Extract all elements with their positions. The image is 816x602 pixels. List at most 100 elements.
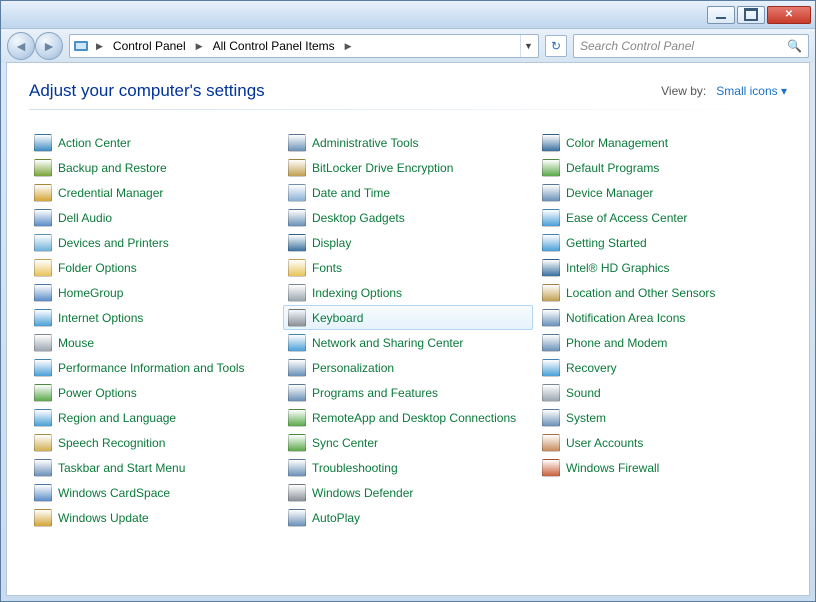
index-icon (288, 284, 306, 302)
cp-item-troubleshooting[interactable]: Troubleshooting (283, 455, 533, 480)
cp-item-label: Internet Options (58, 311, 143, 325)
cp-item-programs-and-features[interactable]: Programs and Features (283, 380, 533, 405)
cp-item-homegroup[interactable]: HomeGroup (29, 280, 279, 305)
cp-item-indexing-options[interactable]: Indexing Options (283, 280, 533, 305)
back-button[interactable]: ◄ (7, 32, 35, 60)
cp-item-user-accounts[interactable]: User Accounts (537, 430, 787, 455)
cp-item-autoplay[interactable]: AutoPlay (283, 505, 533, 530)
cp-item-windows-cardspace[interactable]: Windows CardSpace (29, 480, 279, 505)
view-by-dropdown[interactable]: Small icons ▾ (716, 84, 787, 98)
network-icon (288, 334, 306, 352)
keyboard-icon (288, 309, 306, 327)
cp-item-backup-and-restore[interactable]: Backup and Restore (29, 155, 279, 180)
cardspace-icon (34, 484, 52, 502)
content-pane: Adjust your computer's settings View by:… (6, 62, 810, 596)
cp-item-recovery[interactable]: Recovery (537, 355, 787, 380)
cp-item-label: Default Programs (566, 161, 659, 175)
cp-item-label: Recovery (566, 361, 617, 375)
address-dropdown[interactable]: ▼ (520, 35, 536, 57)
cp-item-device-manager[interactable]: Device Manager (537, 180, 787, 205)
search-box[interactable]: Search Control Panel 🔍 (573, 34, 809, 58)
cp-item-region-and-language[interactable]: Region and Language (29, 405, 279, 430)
chevron-right-icon[interactable]: ▶ (92, 41, 107, 52)
cp-item-personalization[interactable]: Personalization (283, 355, 533, 380)
troubleshoot-icon (288, 459, 306, 477)
cp-item-getting-started[interactable]: Getting Started (537, 230, 787, 255)
cp-item-mouse[interactable]: Mouse (29, 330, 279, 355)
cp-item-action-center[interactable]: Action Center (29, 130, 279, 155)
cp-item-date-and-time[interactable]: Date and Time (283, 180, 533, 205)
forward-button[interactable]: ► (35, 32, 63, 60)
cp-item-label: Windows Defender (312, 486, 413, 500)
refresh-button[interactable]: ↻ (545, 35, 567, 57)
cp-item-label: RemoteApp and Desktop Connections (312, 411, 516, 425)
cp-item-intel-hd-graphics[interactable]: Intel® HD Graphics (537, 255, 787, 280)
cp-item-label: Administrative Tools (312, 136, 419, 150)
cp-item-label: Date and Time (312, 186, 390, 200)
cp-item-desktop-gadgets[interactable]: Desktop Gadgets (283, 205, 533, 230)
cp-item-speech-recognition[interactable]: Speech Recognition (29, 430, 279, 455)
cp-item-notification-area-icons[interactable]: Notification Area Icons (537, 305, 787, 330)
personalize-icon (288, 359, 306, 377)
cp-item-label: Action Center (58, 136, 131, 150)
content-header: Adjust your computer's settings View by:… (29, 81, 787, 101)
cp-item-remoteapp-and-desktop-connections[interactable]: RemoteApp and Desktop Connections (283, 405, 533, 430)
cp-item-label: Backup and Restore (58, 161, 167, 175)
maximize-button[interactable] (737, 6, 765, 24)
cp-item-label: Troubleshooting (312, 461, 398, 475)
system-icon (542, 409, 560, 427)
close-button[interactable] (767, 6, 811, 24)
cp-item-label: Power Options (58, 386, 137, 400)
cp-item-location-and-other-sensors[interactable]: Location and Other Sensors (537, 280, 787, 305)
cp-item-default-programs[interactable]: Default Programs (537, 155, 787, 180)
flag-icon (34, 134, 52, 152)
cp-item-display[interactable]: Display (283, 230, 533, 255)
cp-item-label: Speech Recognition (58, 436, 165, 450)
phone-icon (542, 334, 560, 352)
cp-item-dell-audio[interactable]: Dell Audio (29, 205, 279, 230)
gauge-icon (34, 359, 52, 377)
items-grid: Action Center Backup and Restore Credentia… (29, 130, 787, 530)
mic-icon (34, 434, 52, 452)
cp-item-system[interactable]: System (537, 405, 787, 430)
search-placeholder: Search Control Panel (580, 39, 694, 53)
cp-item-windows-defender[interactable]: Windows Defender (283, 480, 533, 505)
cp-item-power-options[interactable]: Power Options (29, 380, 279, 405)
cp-item-performance-information-and-tools[interactable]: Performance Information and Tools (29, 355, 279, 380)
cp-item-phone-and-modem[interactable]: Phone and Modem (537, 330, 787, 355)
cp-item-color-management[interactable]: Color Management (537, 130, 787, 155)
cp-item-sound[interactable]: Sound (537, 380, 787, 405)
cp-item-devices-and-printers[interactable]: Devices and Printers (29, 230, 279, 255)
cp-item-credential-manager[interactable]: Credential Manager (29, 180, 279, 205)
cp-item-label: Credential Manager (58, 186, 163, 200)
control-panel-icon (72, 37, 90, 55)
cp-item-taskbar-and-start-menu[interactable]: Taskbar and Start Menu (29, 455, 279, 480)
address-bar[interactable]: ▶ Control Panel ▶ All Control Panel Item… (69, 34, 539, 58)
cp-item-sync-center[interactable]: Sync Center (283, 430, 533, 455)
view-by-label: View by: (661, 84, 706, 98)
cp-item-internet-options[interactable]: Internet Options (29, 305, 279, 330)
cp-item-keyboard[interactable]: Keyboard (283, 305, 533, 330)
cp-item-label: Performance Information and Tools (58, 361, 245, 375)
cp-item-folder-options[interactable]: Folder Options (29, 255, 279, 280)
chevron-right-icon[interactable]: ▶ (341, 41, 356, 52)
cp-item-network-and-sharing-center[interactable]: Network and Sharing Center (283, 330, 533, 355)
chevron-right-icon[interactable]: ▶ (192, 41, 207, 52)
cp-item-ease-of-access-center[interactable]: Ease of Access Center (537, 205, 787, 230)
cp-item-label: Desktop Gadgets (312, 211, 405, 225)
cp-item-windows-update[interactable]: Windows Update (29, 505, 279, 530)
minimize-button[interactable] (707, 6, 735, 24)
cp-item-administrative-tools[interactable]: Administrative Tools (283, 130, 533, 155)
cp-item-label: Sound (566, 386, 601, 400)
firewall-icon (542, 459, 560, 477)
cp-item-windows-firewall[interactable]: Windows Firewall (537, 455, 787, 480)
speaker-icon (34, 209, 52, 227)
cp-item-fonts[interactable]: Fonts (283, 255, 533, 280)
cp-item-label: System (566, 411, 606, 425)
mouse-icon (34, 334, 52, 352)
breadcrumb-root[interactable]: Control Panel (109, 39, 190, 53)
taskbar-icon (34, 459, 52, 477)
breadcrumb-child[interactable]: All Control Panel Items (209, 39, 339, 53)
backup-icon (34, 159, 52, 177)
cp-item-bitlocker-drive-encryption[interactable]: BitLocker Drive Encryption (283, 155, 533, 180)
